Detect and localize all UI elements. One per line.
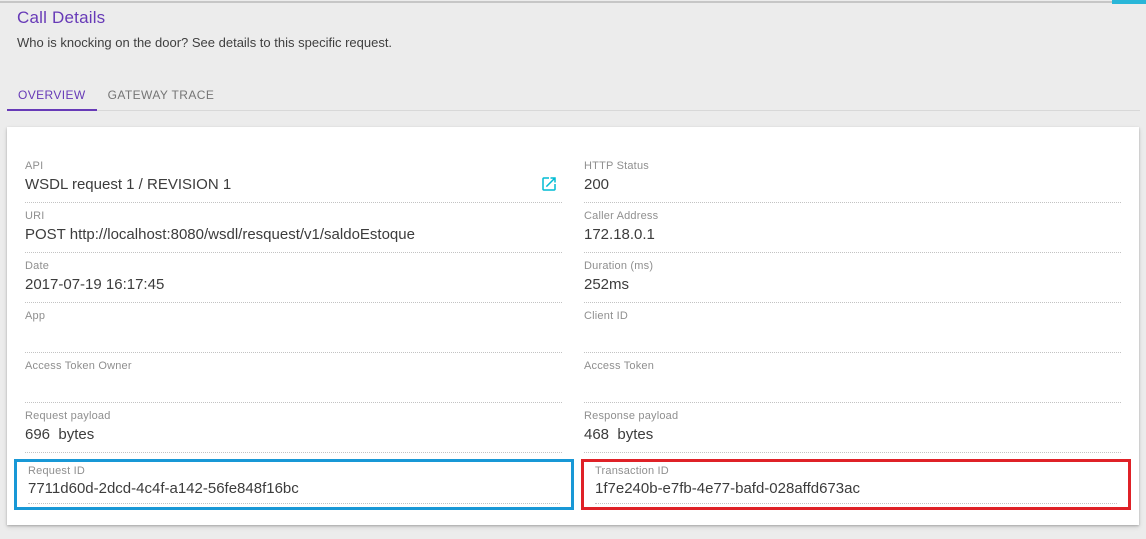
- field-value: [25, 376, 562, 396]
- field-access-token: Access Token: [584, 353, 1121, 403]
- field-label: Transaction ID: [595, 465, 669, 477]
- field-caller-address: Caller Address 172.18.0.1: [584, 203, 1121, 253]
- field-date: Date 2017-07-19 16:17:45: [25, 253, 562, 303]
- field-value: 200: [584, 176, 610, 193]
- field-value: 2017-07-19 16:17:45: [25, 276, 165, 293]
- field-value: [584, 376, 1121, 396]
- field-label: HTTP Status: [584, 160, 649, 172]
- tab-gateway-trace[interactable]: GATEWAY TRACE: [97, 84, 226, 111]
- field-duration: Duration (ms) 252ms: [584, 253, 1121, 303]
- field-api: API WSDL request 1 / REVISION 1: [25, 153, 562, 203]
- field-label: App: [25, 310, 46, 322]
- field-response-payload: Response payload 468 bytes: [584, 403, 1121, 453]
- field-client-id: Client ID: [584, 303, 1121, 353]
- field-label: Caller Address: [584, 210, 659, 222]
- top-scrollbar-track: [0, 1, 1146, 3]
- field-value: [25, 326, 562, 346]
- field-value: 696 bytes: [25, 426, 95, 443]
- top-scrollbar-thumb[interactable]: [1112, 0, 1146, 4]
- field-label: Access Token Owner: [25, 360, 132, 372]
- open-in-new-icon: [540, 177, 558, 196]
- field-label: Date: [25, 260, 50, 272]
- field-value: 468 bytes: [584, 426, 654, 443]
- field-value: [584, 326, 1121, 346]
- page-subtitle: Who is knocking on the door? See details…: [17, 35, 393, 50]
- open-api-button[interactable]: [540, 175, 558, 193]
- transaction-id-highlight-box: Transaction ID 1f7e240b-e7fb-4e77-bafd-0…: [581, 459, 1131, 510]
- field-label: Duration (ms): [584, 260, 654, 272]
- call-details-card: API WSDL request 1 / REVISION 1 HTTP Sta…: [7, 127, 1139, 525]
- field-app: App: [25, 303, 562, 353]
- field-request-payload: Request payload 696 bytes: [25, 403, 562, 453]
- field-label: API: [25, 160, 44, 172]
- field-value: 172.18.0.1: [584, 226, 655, 243]
- field-value: WSDL request 1 / REVISION 1: [25, 176, 232, 193]
- field-uri: URI POST http://localhost:8080/wsdl/resq…: [25, 203, 562, 253]
- field-label: URI: [25, 210, 45, 222]
- field-value: 1f7e240b-e7fb-4e77-bafd-028affd673ac: [595, 480, 860, 497]
- tab-overview[interactable]: OVERVIEW: [7, 84, 97, 111]
- page-title: Call Details: [17, 8, 106, 27]
- field-value: 252ms: [584, 276, 630, 293]
- field-label: Access Token: [584, 360, 655, 372]
- field-label: Request ID: [28, 465, 86, 477]
- field-label: Client ID: [584, 310, 628, 322]
- field-label: Response payload: [584, 410, 679, 422]
- field-access-token-owner: Access Token Owner: [25, 353, 562, 403]
- field-request-id: Request ID 7711d60d-2dcd-4c4f-a142-56fe8…: [28, 465, 560, 504]
- page-header: Call Details Who is knocking on the door…: [0, 0, 1146, 50]
- field-value: 7711d60d-2dcd-4c4f-a142-56fe848f16bc: [28, 480, 299, 497]
- tab-bar: OVERVIEW GATEWAY TRACE: [0, 84, 1146, 111]
- field-transaction-id: Transaction ID 1f7e240b-e7fb-4e77-bafd-0…: [595, 465, 1117, 504]
- request-id-highlight-box: Request ID 7711d60d-2dcd-4c4f-a142-56fe8…: [14, 459, 574, 510]
- field-http-status: HTTP Status 200: [584, 153, 1121, 203]
- field-label: Request payload: [25, 410, 111, 422]
- field-value: POST http://localhost:8080/wsdl/resquest…: [25, 226, 415, 243]
